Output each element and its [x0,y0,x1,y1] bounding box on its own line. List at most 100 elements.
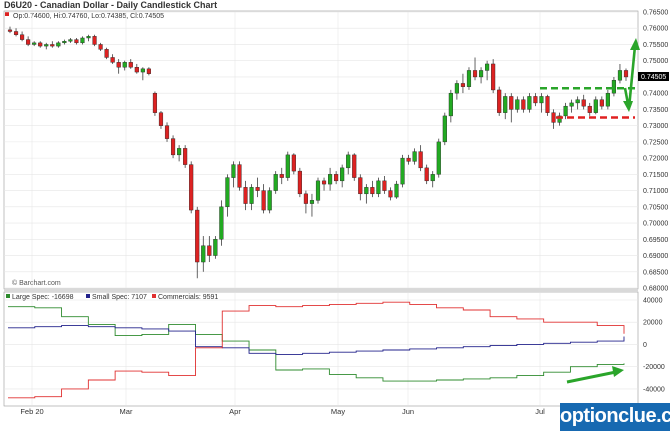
candle-up [177,148,182,156]
candle-down [38,42,43,47]
legend-commercials: Commercials: 9591 [158,294,218,301]
candle-down [243,187,248,204]
candle-down [406,157,411,162]
candle-down [128,62,133,68]
price-tick-label: 0.69000 [643,253,668,260]
candle-up [80,37,85,44]
price-tick-label: 0.70000 [643,221,668,228]
candle-up [527,96,532,110]
candle-up [478,70,484,78]
candle-up [442,115,447,143]
candle-down [418,151,423,169]
candle-up [563,105,568,117]
legend-swatch-large-spec [6,294,10,298]
candle-up [593,99,598,113]
candle-up [86,36,91,39]
candle-down [623,70,629,78]
candle-down [491,63,496,91]
candle-up [44,44,49,47]
candle-up [394,183,399,198]
legend-small-spec: Small Spec: 7107 [92,294,147,301]
candle-up [62,41,67,44]
candle-down [370,187,375,195]
candle-down [207,245,212,256]
date-tick-label: Jul [535,407,545,416]
candle-up [249,187,254,204]
candle-down [297,170,302,195]
candle-down [358,177,363,195]
cot-y-axis: 40000 20000 0 -20000 -40000 [643,298,665,394]
price-tick-label: 0.68000 [643,286,668,293]
candle-down [382,180,387,191]
price-tick-label: 0.73500 [643,107,668,114]
watermark-logo: optionclue.com [560,403,670,431]
price-tick-label: 0.72500 [643,139,668,146]
candle-up [273,174,278,191]
candle-down [533,96,538,104]
candle-up [412,151,417,162]
candle-down [7,29,13,32]
price-tick-label: 0.72000 [643,156,668,163]
candle-down [352,154,357,178]
candle-up [376,180,381,195]
candle-up [201,245,206,263]
candle-down [189,164,194,211]
candle-up [436,141,441,175]
candle-up [32,42,37,45]
candle-up [539,96,544,104]
candle-down [26,39,31,45]
price-tick-label: 0.76000 [643,26,668,33]
candle-up [575,99,580,104]
candle-down [551,112,556,123]
candle-down [74,39,79,44]
candle-up [503,96,508,113]
cot-tick-label: -20000 [643,364,665,371]
candle-down [497,89,502,113]
candle-down [183,148,188,165]
candle-up [466,70,472,87]
cot-tick-label: -40000 [643,386,665,393]
legend-swatch-small-spec [86,294,90,298]
candle-up [213,239,218,256]
candle-up [617,70,623,81]
legend-swatch-commercials [152,294,156,298]
candle-down [164,125,170,139]
price-tick-label: 0.73000 [643,123,668,130]
date-tick-label: May [331,407,345,416]
candle-down [291,154,296,172]
date-tick-label: Mar [120,407,133,416]
price-tick-label: 0.70500 [643,204,668,211]
last-price-label: 0.74505 [641,74,666,81]
candle-up [309,200,315,204]
candle-down [509,96,514,110]
candle-up [68,39,73,42]
candle-up [340,167,345,182]
candle-down [388,190,393,198]
candle-up [364,187,369,195]
candle-down [279,174,284,178]
price-panel [3,10,639,290]
source-label: © Barchart.com [12,279,61,287]
candle-up [315,180,321,201]
cot-tick-label: 40000 [643,298,663,305]
candle-down [98,44,103,50]
candle-down [472,70,478,78]
candle-down [321,180,327,185]
candle-up [219,206,224,240]
candle-up [231,164,236,178]
candle-down [170,138,176,156]
ohlc-swatch [5,12,9,16]
ohlc-readout: Op:0.74600, Hi:0.74760, Lo:0.74385, Cl:0… [13,13,164,20]
candle-down [460,83,466,87]
candle-up [328,174,333,185]
candle-down [303,193,308,204]
price-tick-label: 0.75500 [643,42,668,49]
panel-separator [4,289,638,292]
cot-tick-label: 0 [643,342,647,349]
price-tick-label: 0.74000 [643,91,668,98]
legend-large-spec: Large Spec: -16698 [12,294,74,301]
candle-down [20,34,25,40]
candle-up [225,177,230,208]
date-tick-label: Jun [402,407,414,416]
candle-up [611,79,616,94]
